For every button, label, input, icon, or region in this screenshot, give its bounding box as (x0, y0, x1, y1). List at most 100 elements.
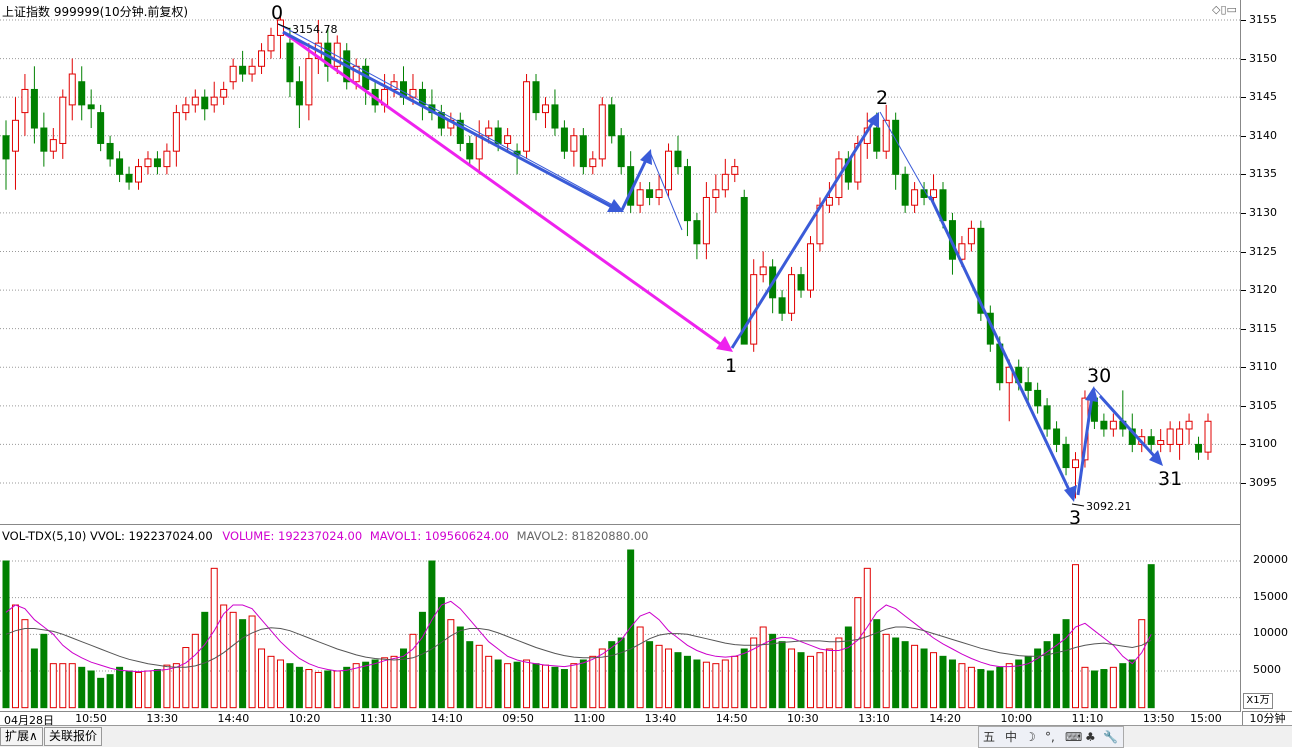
volume-bar[interactable] (267, 655, 275, 709)
candle[interactable] (248, 58, 256, 82)
volume-bar[interactable] (712, 663, 720, 709)
candle[interactable] (598, 97, 606, 167)
volume-bar[interactable] (286, 663, 294, 709)
candle[interactable] (806, 236, 814, 298)
volume-bar[interactable] (551, 666, 559, 709)
candle[interactable] (305, 43, 313, 121)
volume-bar[interactable] (788, 648, 796, 709)
candle[interactable] (731, 158, 739, 183)
volume-bar[interactable] (996, 666, 1004, 709)
volume-bar[interactable] (314, 671, 322, 709)
candle[interactable] (362, 58, 370, 105)
volume-bar[interactable] (87, 670, 95, 709)
volume-bar[interactable] (447, 619, 455, 709)
volume-bar[interactable] (1071, 564, 1079, 709)
candle[interactable] (267, 27, 275, 59)
volume-bar[interactable] (59, 663, 67, 709)
volume-bar[interactable] (579, 659, 587, 709)
candle[interactable] (182, 97, 190, 121)
volume-bar[interactable] (248, 615, 256, 709)
volume-bar[interactable] (456, 626, 464, 709)
volume-bar[interactable] (466, 641, 474, 709)
candle[interactable] (1100, 413, 1108, 437)
volume-bar[interactable] (627, 549, 635, 709)
volume-bar[interactable] (2, 560, 10, 709)
candle[interactable] (1204, 413, 1212, 460)
price-chart[interactable] (0, 0, 1240, 524)
volume-bar[interactable] (693, 659, 701, 709)
candle[interactable] (78, 66, 86, 121)
candle[interactable] (541, 97, 549, 129)
volume-bar[interactable] (948, 659, 956, 709)
volume-bar[interactable] (731, 655, 739, 709)
volume-bar[interactable] (1034, 648, 1042, 709)
volume-bar[interactable] (135, 671, 143, 709)
volume-bar[interactable] (854, 597, 862, 709)
candle[interactable] (570, 128, 578, 167)
volume-bar[interactable] (825, 648, 833, 709)
candle[interactable] (1185, 413, 1193, 445)
ime-punct-icon[interactable]: °, (1045, 729, 1055, 745)
volume-bar[interactable] (778, 641, 786, 709)
volume-bar[interactable] (390, 655, 398, 709)
volume-bar[interactable] (863, 567, 871, 709)
volume-bar[interactable] (759, 626, 767, 709)
volume-scale-label[interactable]: X1万 (1243, 693, 1273, 709)
candlesticks[interactable] (2, 12, 1212, 499)
candle[interactable] (400, 66, 408, 105)
candle[interactable] (87, 89, 95, 129)
candle[interactable] (49, 128, 57, 159)
volume-bar[interactable] (504, 663, 512, 709)
volume-bar[interactable] (409, 633, 417, 709)
candle[interactable] (258, 43, 266, 75)
volume-bar[interactable] (986, 670, 994, 709)
tab-related-quotes[interactable]: 关联报价 (44, 727, 103, 746)
candle[interactable] (911, 182, 919, 213)
candle[interactable] (636, 182, 644, 213)
tab-expand[interactable]: 扩展∧ (0, 727, 43, 746)
candle[interactable] (778, 290, 786, 321)
volume-bar[interactable] (30, 648, 38, 709)
candle[interactable] (1119, 390, 1127, 437)
volume-bar[interactable] (702, 661, 710, 709)
volume-bar[interactable] (437, 597, 445, 709)
ime-mode-icon[interactable]: 五 (983, 729, 995, 745)
volume-bar[interactable] (769, 633, 777, 709)
volume-bar[interactable] (371, 659, 379, 709)
candle[interactable] (68, 58, 76, 121)
volume-bar[interactable] (901, 641, 909, 709)
candle[interactable] (617, 128, 625, 175)
candle[interactable] (750, 259, 758, 352)
candle[interactable] (11, 97, 19, 190)
volume-bar[interactable] (324, 670, 332, 709)
volume-bar[interactable] (68, 663, 76, 709)
volume-bar[interactable] (570, 663, 578, 709)
candle[interactable] (295, 66, 303, 129)
volume-bar[interactable] (144, 670, 152, 709)
volume-bar[interactable] (977, 669, 985, 709)
volume-bar[interactable] (560, 669, 568, 709)
indicator-name[interactable]: VOL-TDX(5,10) (2, 529, 86, 543)
ime-keyboard-icon[interactable]: ⌨ (1065, 729, 1082, 745)
volume-bar[interactable] (1138, 619, 1146, 709)
volume-bar[interactable] (125, 670, 133, 709)
candle[interactable] (551, 89, 559, 136)
volume-chart[interactable] (0, 525, 1240, 712)
volume-bar[interactable] (400, 648, 408, 709)
candle[interactable] (125, 166, 133, 190)
volume-bar[interactable] (352, 663, 360, 709)
volume-bar[interactable] (97, 677, 105, 709)
volume-bar[interactable] (116, 666, 124, 709)
candle[interactable] (721, 158, 729, 198)
candle[interactable] (437, 104, 445, 136)
candle[interactable] (428, 89, 436, 121)
volume-bar[interactable] (1119, 663, 1127, 709)
candle[interactable] (683, 158, 691, 237)
candle[interactable] (21, 74, 29, 136)
volume-bar[interactable] (295, 666, 303, 709)
window-controls-icon[interactable]: ◇▯▭ (1212, 3, 1237, 16)
volume-bar[interactable] (646, 641, 654, 709)
volume-bar[interactable] (220, 604, 228, 709)
volume-bar[interactable] (920, 648, 928, 709)
candle[interactable] (740, 189, 748, 345)
